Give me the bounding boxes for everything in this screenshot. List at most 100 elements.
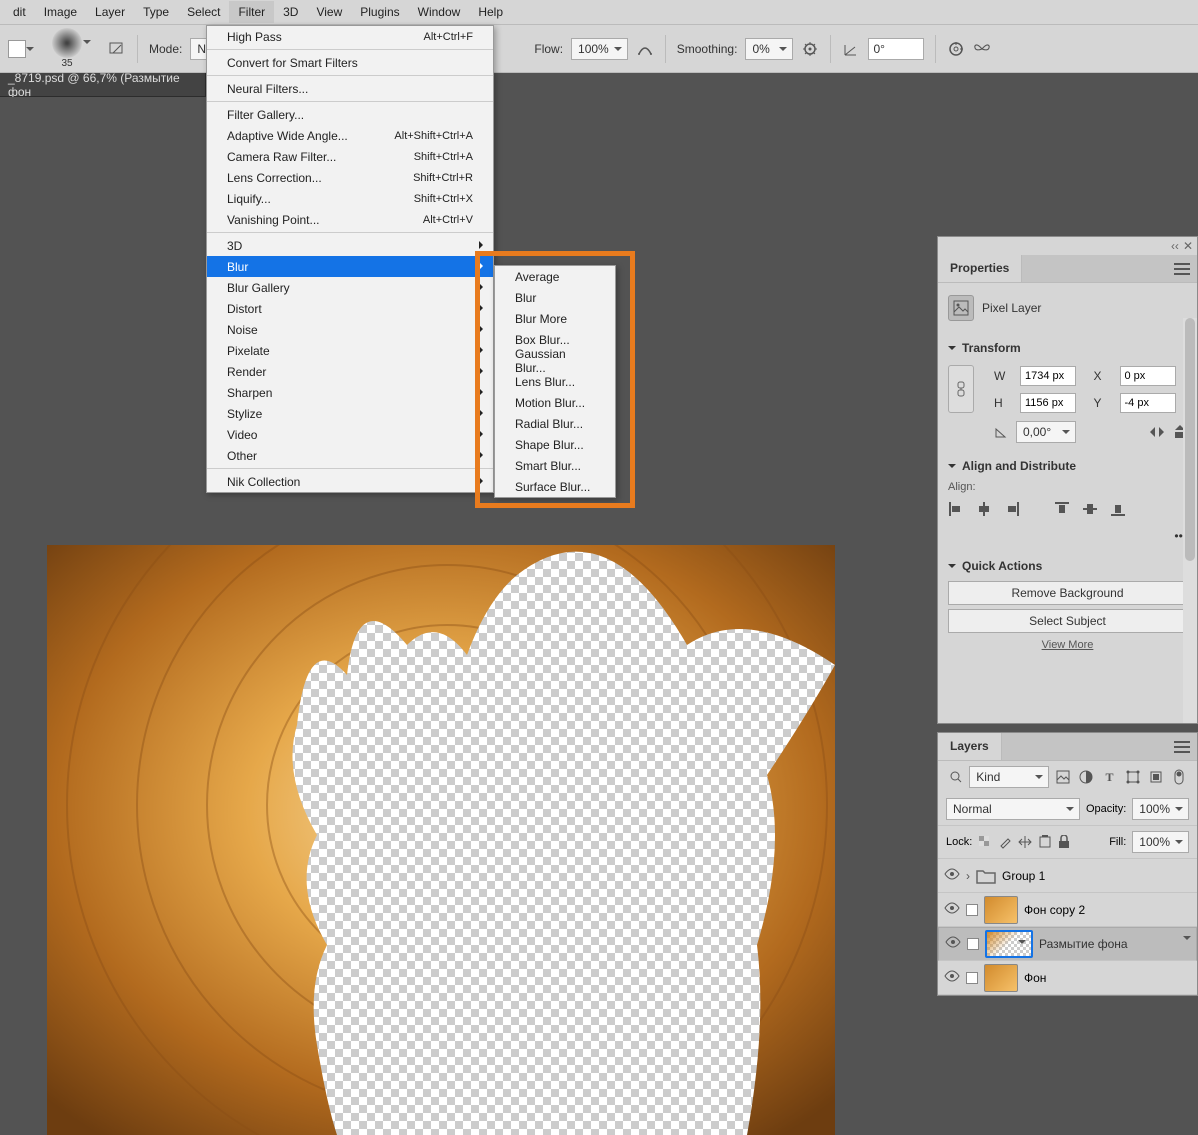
select-subject-button[interactable]: Select Subject: [948, 609, 1187, 633]
menu-item-distort[interactable]: Distort: [207, 298, 493, 319]
panel-menu-icon[interactable]: [1173, 260, 1191, 278]
menu-item-filter-gallery-[interactable]: Filter Gallery...: [207, 104, 493, 125]
menu-image[interactable]: Image: [35, 1, 86, 23]
layer-thumbnail[interactable]: [985, 930, 1033, 958]
menu-filter[interactable]: Filter: [229, 1, 274, 23]
blend-mode-select[interactable]: Normal: [946, 798, 1080, 820]
submenu-item-motion-blur-[interactable]: Motion Blur...: [495, 392, 615, 413]
menu-type[interactable]: Type: [134, 1, 178, 23]
menu-item-3d[interactable]: 3D: [207, 235, 493, 256]
menu-item-liquify-[interactable]: Liquify...Shift+Ctrl+X: [207, 188, 493, 209]
menu-window[interactable]: Window: [409, 1, 470, 23]
filter-adjust-icon[interactable]: [1077, 768, 1096, 786]
layer-row[interactable]: Размытие фона: [938, 927, 1197, 961]
menu-item-stylize[interactable]: Stylize: [207, 403, 493, 424]
layer-checkbox[interactable]: [967, 938, 979, 950]
submenu-item-lens-blur-[interactable]: Lens Blur...: [495, 371, 615, 392]
menu-item-blur-gallery[interactable]: Blur Gallery: [207, 277, 493, 298]
menu-item-other[interactable]: Other: [207, 445, 493, 466]
filter-type-icon[interactable]: T: [1100, 768, 1119, 786]
menu-item-nik-collection[interactable]: Nik Collection: [207, 471, 493, 492]
quick-actions-header[interactable]: Quick Actions: [948, 555, 1187, 577]
filter-smart-icon[interactable]: [1146, 768, 1165, 786]
layers-tab[interactable]: Layers: [938, 733, 1002, 760]
visibility-icon[interactable]: [944, 868, 960, 884]
align-top-icon[interactable]: [1054, 501, 1072, 519]
lock-all-icon[interactable]: [1058, 835, 1070, 849]
tablet-pressure-icon[interactable]: [108, 40, 126, 58]
fill-select[interactable]: 100%: [1132, 831, 1189, 853]
menu-3d[interactable]: 3D: [274, 1, 307, 23]
tool-preset-dropdown[interactable]: [8, 40, 26, 58]
smoothing-select[interactable]: 0%: [745, 38, 793, 60]
flow-select[interactable]: 100%: [571, 38, 628, 60]
opacity-select[interactable]: 100%: [1132, 798, 1189, 820]
menu-item-blur[interactable]: Blur: [207, 256, 493, 277]
align-left-icon[interactable]: [948, 501, 966, 519]
layer-checkbox[interactable]: [966, 972, 978, 984]
menu-select[interactable]: Select: [178, 1, 229, 23]
lock-transparent-icon[interactable]: [978, 835, 992, 849]
link-wh-icon[interactable]: [948, 365, 974, 413]
menu-item-video[interactable]: Video: [207, 424, 493, 445]
visibility-icon[interactable]: [944, 970, 960, 986]
layer-thumbnail[interactable]: [984, 964, 1018, 992]
menu-item-high-pass[interactable]: High PassAlt+Ctrl+F: [207, 26, 493, 47]
filter-shape-icon[interactable]: [1123, 768, 1142, 786]
smoothing-gear-icon[interactable]: [801, 40, 819, 58]
collapse-icon[interactable]: ‹‹: [1171, 239, 1179, 253]
visibility-icon[interactable]: [944, 902, 960, 918]
menu-item-convert-for-smart-filters[interactable]: Convert for Smart Filters: [207, 52, 493, 73]
remove-background-button[interactable]: Remove Background: [948, 581, 1187, 605]
brush-preview[interactable]: 35: [52, 28, 82, 69]
submenu-item-gaussian-blur-[interactable]: Gaussian Blur...: [495, 350, 615, 371]
menu-item-render[interactable]: Render: [207, 361, 493, 382]
menu-item-adaptive-wide-angle-[interactable]: Adaptive Wide Angle...Alt+Shift+Ctrl+A: [207, 125, 493, 146]
rotation-select[interactable]: 0,00°: [1016, 421, 1076, 443]
menu-item-pixelate[interactable]: Pixelate: [207, 340, 493, 361]
submenu-item-surface-blur-[interactable]: Surface Blur...: [495, 476, 615, 497]
layer-row[interactable]: Фон copy 2: [938, 893, 1197, 927]
menu-layer[interactable]: Layer: [86, 1, 134, 23]
submenu-item-radial-blur-[interactable]: Radial Blur...: [495, 413, 615, 434]
menu-dit[interactable]: dit: [4, 1, 35, 23]
lock-brush-icon[interactable]: [998, 835, 1012, 849]
more-options-icon[interactable]: •••: [948, 529, 1187, 543]
submenu-item-blur-more[interactable]: Blur More: [495, 308, 615, 329]
align-right-icon[interactable]: [1004, 501, 1022, 519]
visibility-icon[interactable]: [945, 936, 961, 952]
menu-item-camera-raw-filter-[interactable]: Camera Raw Filter...Shift+Ctrl+A: [207, 146, 493, 167]
y-input[interactable]: [1120, 393, 1176, 413]
panel-scrollbar[interactable]: [1183, 318, 1197, 723]
menu-item-noise[interactable]: Noise: [207, 319, 493, 340]
lock-artboard-icon[interactable]: [1038, 835, 1052, 849]
menu-plugins[interactable]: Plugins: [351, 1, 408, 23]
lock-position-icon[interactable]: [1018, 835, 1032, 849]
align-center-v-icon[interactable]: [1082, 501, 1100, 519]
submenu-item-average[interactable]: Average: [495, 266, 615, 287]
airbrush-icon[interactable]: [636, 40, 654, 58]
layer-checkbox[interactable]: [966, 904, 978, 916]
menu-item-vanishing-point-[interactable]: Vanishing Point...Alt+Ctrl+V: [207, 209, 493, 230]
menu-item-neural-filters-[interactable]: Neural Filters...: [207, 78, 493, 99]
submenu-item-shape-blur-[interactable]: Shape Blur...: [495, 434, 615, 455]
submenu-item-blur[interactable]: Blur: [495, 287, 615, 308]
align-header[interactable]: Align and Distribute: [948, 455, 1187, 477]
view-more-link[interactable]: View More: [948, 639, 1187, 651]
expand-icon[interactable]: ›: [966, 869, 970, 883]
layer-row[interactable]: ›Group 1: [938, 859, 1197, 893]
close-icon[interactable]: ✕: [1183, 239, 1193, 253]
butterfly-icon[interactable]: [973, 40, 991, 58]
flip-h-icon[interactable]: [1149, 425, 1165, 439]
filter-pixel-icon[interactable]: [1053, 768, 1072, 786]
height-input[interactable]: [1020, 393, 1076, 413]
align-bottom-icon[interactable]: [1110, 501, 1128, 519]
layer-thumbnail[interactable]: [984, 896, 1018, 924]
canvas-image[interactable]: [47, 545, 835, 1135]
width-input[interactable]: [1020, 366, 1076, 386]
angle-input[interactable]: 0°: [868, 38, 924, 60]
document-tab[interactable]: _8719.psd @ 66,7% (Размытие фон: [0, 73, 206, 97]
submenu-item-smart-blur-[interactable]: Smart Blur...: [495, 455, 615, 476]
filter-toggle-icon[interactable]: [1170, 768, 1189, 786]
properties-tab[interactable]: Properties: [938, 255, 1022, 282]
